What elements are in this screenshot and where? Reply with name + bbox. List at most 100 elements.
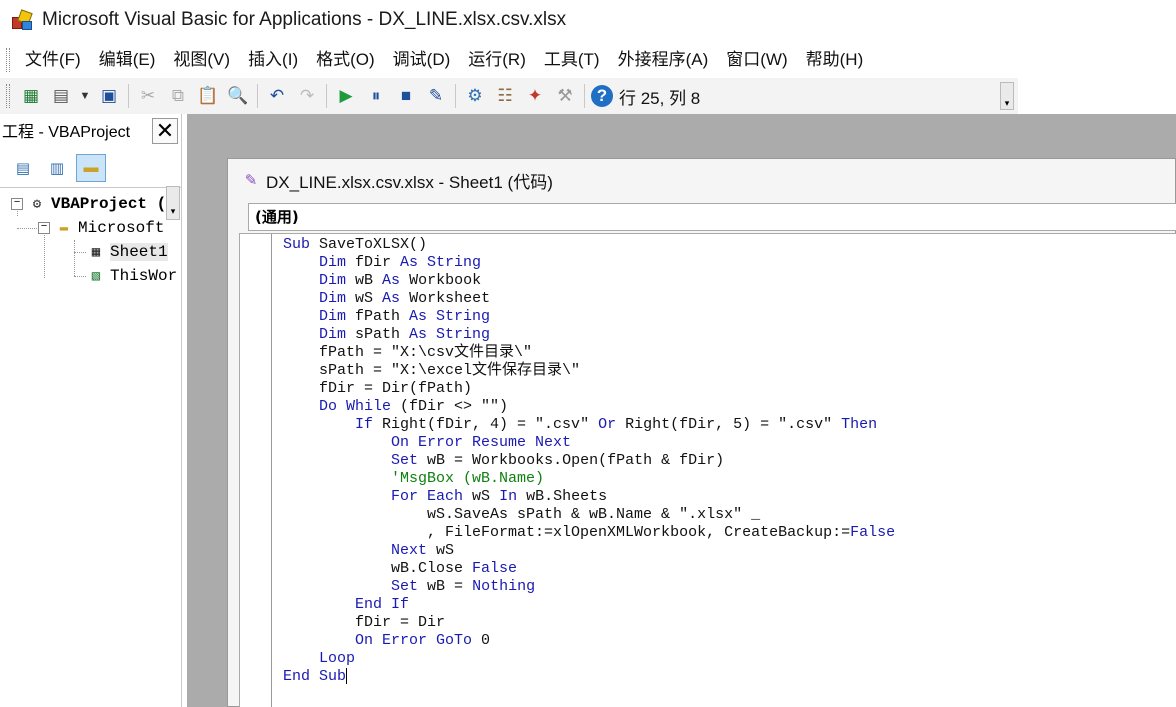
- cut-icon[interactable]: ✂: [135, 83, 161, 109]
- tree-node-thisworkbook[interactable]: ▧ ThisWor: [86, 265, 177, 287]
- find-icon[interactable]: 🔍: [225, 83, 251, 109]
- code-line[interactable]: Dim wB As Workbook: [283, 272, 895, 290]
- code-line[interactable]: fPath = "X:\csv文件目录\": [283, 344, 895, 362]
- code-token: Right(fDir, 5) = ".csv": [625, 416, 842, 433]
- code-line[interactable]: If Right(fDir, 4) = ".csv" Or Right(fDir…: [283, 416, 895, 434]
- code-line[interactable]: fDir = Dir: [283, 614, 895, 632]
- tree-node-sheet1[interactable]: ▦ Sheet1: [86, 241, 168, 263]
- code-token: SaveToXLSX(): [319, 236, 428, 253]
- save-icon[interactable]: ▣: [96, 83, 122, 109]
- help-icon[interactable]: ?: [591, 85, 613, 107]
- object-dropdown[interactable]: (通用): [248, 203, 1176, 231]
- properties-icon[interactable]: ☷: [492, 83, 518, 109]
- code-token: , FileFormat:=xlOpenXMLWorkbook, CreateB…: [283, 524, 851, 541]
- code-keyword: As String: [409, 308, 491, 325]
- code-keyword: Dim: [319, 326, 356, 343]
- redo-icon[interactable]: ↷: [294, 83, 320, 109]
- view-object-icon[interactable]: ▥: [42, 154, 72, 182]
- code-line[interactable]: wS.SaveAs sPath & wB.Name & ".xlsx" _: [283, 506, 895, 524]
- menu-debug[interactable]: 调试(D): [384, 46, 460, 74]
- code-line[interactable]: End If: [283, 596, 895, 614]
- code-line[interactable]: 'MsgBox (wB.Name): [283, 470, 895, 488]
- code-line[interactable]: wB.Close False: [283, 560, 895, 578]
- code-keyword: In: [499, 488, 527, 505]
- toolbox-icon[interactable]: ⚒: [552, 83, 578, 109]
- code-token: wS: [436, 542, 455, 559]
- folder-icon: ▬: [59, 220, 69, 236]
- collapse-icon[interactable]: −: [38, 222, 50, 234]
- dropdown-arrow-icon[interactable]: ▼: [78, 83, 92, 109]
- run-icon[interactable]: ▶: [333, 83, 359, 109]
- code-line[interactable]: End Sub: [283, 668, 895, 686]
- close-pane-button[interactable]: ✕: [152, 118, 178, 144]
- vbaproject-icon: ⚙: [32, 196, 42, 213]
- menu-file[interactable]: 文件(F): [16, 46, 90, 74]
- menu-edit[interactable]: 编辑(E): [90, 46, 165, 74]
- collapse-icon[interactable]: −: [11, 198, 23, 210]
- project-toolbar-overflow[interactable]: ▾: [166, 186, 180, 220]
- code-line[interactable]: On Error Resume Next: [283, 434, 895, 452]
- pause-icon[interactable]: ⏸: [363, 83, 389, 109]
- menu-grip[interactable]: [6, 48, 10, 72]
- code-window-title: DX_LINE.xlsx.csv.xlsx - Sheet1 (代码): [266, 172, 553, 192]
- code-line[interactable]: , FileFormat:=xlOpenXMLWorkbook, CreateB…: [283, 524, 895, 542]
- object-browser-icon[interactable]: ✦: [522, 83, 548, 109]
- code-token: wB.Sheets: [526, 488, 608, 505]
- code-token: 0: [481, 632, 491, 649]
- menu-tools[interactable]: 工具(T): [535, 46, 609, 74]
- code-keyword: Set: [391, 452, 428, 469]
- menu-window[interactable]: 窗口(W): [717, 46, 796, 74]
- code-line[interactable]: Set wB = Workbooks.Open(fPath & fDir): [283, 452, 895, 470]
- code-line[interactable]: Next wS: [283, 542, 895, 560]
- toggle-folders-icon[interactable]: ▬: [76, 153, 106, 182]
- insert-form-icon[interactable]: ▤: [48, 83, 74, 109]
- tree-node-microsoft-objects[interactable]: − ▬ Microsoft: [38, 217, 164, 239]
- code-line[interactable]: Dim sPath As String: [283, 326, 895, 344]
- menu-addins[interactable]: 外接程序(A): [609, 46, 718, 74]
- text-caret: [346, 668, 348, 685]
- code-keyword: As String: [400, 254, 482, 271]
- code-line[interactable]: sPath = "X:\excel文件保存目录\": [283, 362, 895, 380]
- code-margin-indicator-bar[interactable]: [240, 234, 272, 707]
- toolbar-overflow-button[interactable]: ▾: [1000, 82, 1014, 110]
- code-editor[interactable]: Sub SaveToXLSX() Dim fDir As String Dim …: [239, 233, 1176, 707]
- code-keyword: As: [382, 290, 410, 307]
- menu-view[interactable]: 视图(V): [164, 46, 239, 74]
- code-text[interactable]: Sub SaveToXLSX() Dim fDir As String Dim …: [283, 236, 895, 686]
- code-keyword: Dim: [319, 254, 356, 271]
- code-line[interactable]: Loop: [283, 650, 895, 668]
- menu-help[interactable]: 帮助(H): [797, 46, 873, 74]
- code-token: fDir: [355, 254, 401, 271]
- menu-run[interactable]: 运行(R): [459, 46, 535, 74]
- project-explorer-icon[interactable]: ⚙: [462, 83, 488, 109]
- code-line[interactable]: Sub SaveToXLSX(): [283, 236, 895, 254]
- tree-label-thisworkbook: ThisWor: [110, 267, 178, 285]
- code-line[interactable]: Dim fDir As String: [283, 254, 895, 272]
- view-code-icon[interactable]: ▤: [8, 154, 38, 182]
- code-line[interactable]: Dim fPath As String: [283, 308, 895, 326]
- undo-icon[interactable]: ↶: [264, 83, 290, 109]
- tree-node-vbaproject[interactable]: − ⚙ VBAProject (: [11, 193, 166, 215]
- copy-icon[interactable]: ⧉: [165, 83, 191, 109]
- menu-format[interactable]: 格式(O): [307, 46, 384, 74]
- code-line[interactable]: On Error GoTo 0: [283, 632, 895, 650]
- code-token: wB.Close: [283, 560, 473, 577]
- menu-insert[interactable]: 插入(I): [239, 46, 307, 74]
- code-line[interactable]: fDir = Dir(fPath): [283, 380, 895, 398]
- code-window-titlebar[interactable]: ✎ DX_LINE.xlsx.csv.xlsx - Sheet1 (代码): [228, 159, 1175, 201]
- code-keyword: Dim: [319, 290, 356, 307]
- code-line[interactable]: Set wB = Nothing: [283, 578, 895, 596]
- paste-icon[interactable]: 📋: [195, 83, 221, 109]
- excel-view-icon[interactable]: ▦: [18, 83, 44, 109]
- title-bar: Microsoft Visual Basic for Applications …: [0, 0, 1176, 40]
- code-line[interactable]: Do While (fDir <> ""): [283, 398, 895, 416]
- code-keyword: Next: [391, 542, 437, 559]
- design-mode-icon[interactable]: ✎: [423, 83, 449, 109]
- toolbar-grip[interactable]: [6, 84, 10, 108]
- stop-icon[interactable]: ■: [393, 83, 419, 109]
- code-token: wS: [472, 488, 500, 505]
- code-line[interactable]: For Each wS In wB.Sheets: [283, 488, 895, 506]
- code-line[interactable]: Dim wS As Worksheet: [283, 290, 895, 308]
